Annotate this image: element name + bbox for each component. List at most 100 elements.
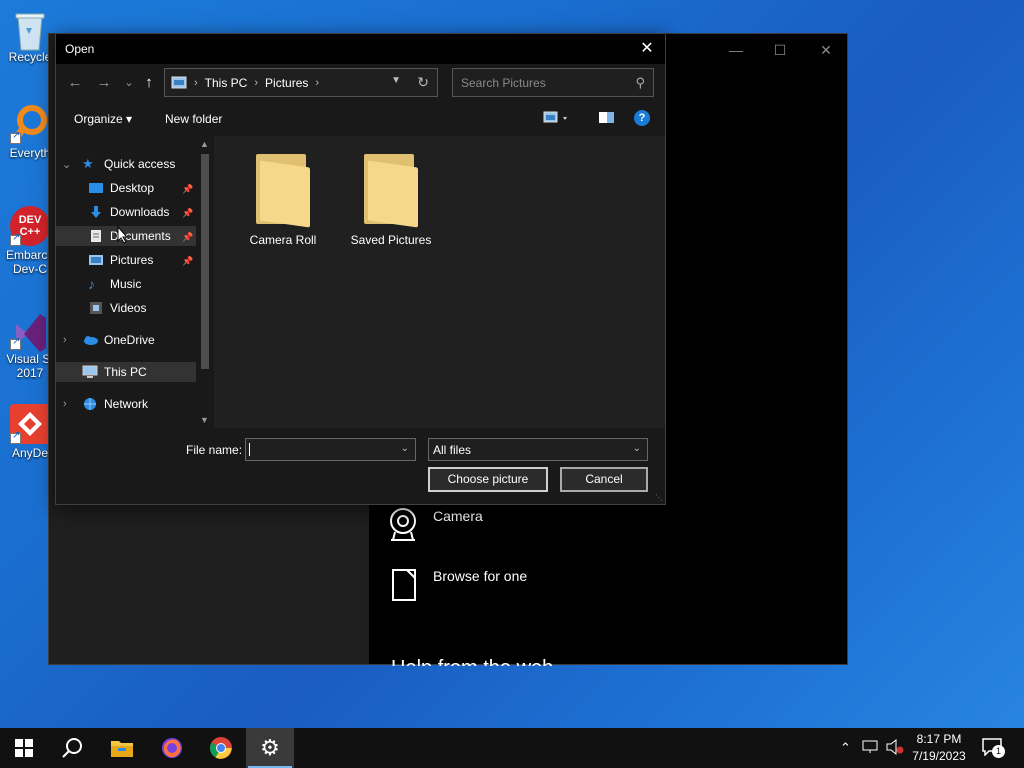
- search-icon: ⚲: [635, 75, 645, 90]
- tree-item-onedrive[interactable]: OneDrive: [82, 330, 155, 350]
- tree-label: This PC: [104, 365, 147, 379]
- dialog-title-bar[interactable]: Open ✕: [56, 34, 665, 64]
- network-status-icon[interactable]: [862, 739, 880, 758]
- clock-date: 7/19/2023: [912, 749, 966, 763]
- new-folder-button[interactable]: New folder: [165, 112, 222, 126]
- breadcrumb-separator: ›: [194, 76, 198, 89]
- refresh-icon[interactable]: ↻: [417, 74, 429, 91]
- close-button[interactable]: ✕: [811, 40, 841, 60]
- cancel-button[interactable]: Cancel: [560, 467, 648, 492]
- tree-label: Desktop: [110, 181, 155, 195]
- dialog-title: Open: [65, 42, 95, 56]
- scrollbar-thumb[interactable]: [201, 154, 209, 369]
- action-center-button[interactable]: 1: [982, 738, 1005, 758]
- search-button[interactable]: [48, 728, 96, 768]
- embarcadero-devcpp-icon: DEV C++: [10, 206, 50, 246]
- file-name-label: File name:: [186, 443, 243, 457]
- scroll-down-icon[interactable]: ▼: [200, 415, 209, 425]
- chevron-right-icon[interactable]: ›: [63, 398, 67, 410]
- chevron-right-icon[interactable]: ›: [63, 334, 67, 346]
- tree-label: Downloads: [110, 205, 170, 219]
- search-input[interactable]: Search Pictures ⚲: [452, 68, 654, 97]
- choose-picture-button[interactable]: Choose picture: [428, 467, 548, 492]
- chevron-down-icon[interactable]: ⌄: [401, 443, 409, 454]
- settings-button[interactable]: ⚙: [246, 728, 294, 768]
- folder-name: Camera Roll: [249, 233, 317, 247]
- tree-item-videos[interactable]: Videos: [88, 298, 146, 318]
- tree-label: OneDrive: [104, 333, 155, 347]
- chrome-button[interactable]: [197, 728, 245, 768]
- tree-label: Pictures: [110, 253, 154, 267]
- pin-icon[interactable]: 📌: [182, 184, 193, 195]
- music-note-icon: ♪: [88, 276, 95, 292]
- pin-icon[interactable]: 📌: [182, 256, 193, 267]
- camera-option[interactable]: Camera: [389, 508, 483, 541]
- network-globe-icon: [82, 397, 98, 411]
- up-arrow-icon[interactable]: ↑: [139, 73, 159, 93]
- file-name-input[interactable]: ⌄: [245, 438, 416, 461]
- taskbar: ⚙ ⌃ 8:17 PM 7/19/2023 1: [0, 728, 1024, 768]
- computer-icon: [82, 365, 98, 379]
- forward-arrow-icon[interactable]: →: [94, 73, 114, 93]
- notification-count-badge: 1: [992, 745, 1005, 758]
- file-explorer-button[interactable]: [98, 728, 146, 768]
- tree-item-this-pc[interactable]: This PC: [56, 362, 196, 382]
- breadcrumb-pictures[interactable]: Pictures: [265, 76, 308, 90]
- folder-camera-roll[interactable]: Camera Roll: [238, 154, 328, 247]
- minimize-button[interactable]: —: [721, 40, 751, 60]
- resize-grip-icon[interactable]: ⋱: [655, 493, 663, 502]
- show-hidden-icons-chevron-icon[interactable]: ⌃: [840, 740, 851, 756]
- folder-name: Saved Pictures: [350, 233, 432, 247]
- file-type-select[interactable]: All files ⌄: [428, 438, 648, 461]
- start-button[interactable]: [0, 728, 48, 768]
- command-bar: Organize ▾ New folder ?: [56, 102, 665, 136]
- clock-time: 8:17 PM: [916, 732, 962, 746]
- tree-label: Videos: [110, 301, 147, 315]
- anydesk-icon: [10, 404, 50, 444]
- tree-item-pictures[interactable]: Pictures: [88, 250, 153, 270]
- back-arrow-icon[interactable]: ←: [65, 73, 85, 93]
- breadcrumb-separator: ›: [315, 76, 320, 89]
- recent-locations-chevron-icon[interactable]: ⌄: [119, 73, 139, 93]
- document-icon: [389, 568, 419, 601]
- chevron-down-icon[interactable]: ▼: [391, 75, 401, 86]
- tree-item-downloads[interactable]: Downloads: [88, 202, 169, 222]
- scroll-up-icon[interactable]: ▲: [200, 139, 209, 149]
- shortcut-arrow-icon: [10, 232, 21, 246]
- maximize-button[interactable]: ☐: [765, 40, 795, 60]
- folder-saved-pictures[interactable]: Saved Pictures: [346, 154, 436, 247]
- organize-button[interactable]: Organize ▾: [74, 112, 132, 126]
- browse-option[interactable]: Browse for one: [389, 568, 528, 601]
- gear-icon: ⚙: [260, 735, 280, 760]
- cloud-icon: [82, 333, 98, 347]
- volume-muted-icon[interactable]: [886, 738, 904, 758]
- browse-option-label: Browse for one: [433, 568, 528, 584]
- chevron-down-icon[interactable]: ⌄: [62, 158, 71, 171]
- file-list: Camera Roll Saved Pictures: [216, 136, 665, 428]
- help-icon[interactable]: ?: [634, 110, 650, 126]
- close-icon[interactable]: ✕: [635, 37, 659, 61]
- pictures-library-icon: [171, 76, 187, 90]
- shortcut-arrow-icon: [10, 430, 21, 444]
- pin-icon[interactable]: 📌: [182, 208, 193, 219]
- breadcrumb-this-pc[interactable]: This PC: [205, 76, 248, 90]
- mouse-cursor-icon: [117, 225, 129, 247]
- tree-item-network[interactable]: Network: [82, 394, 148, 414]
- navigation-bar: ← → ⌄ ↑ › This PC › Pictures › ▼ ↻ Searc…: [56, 64, 665, 102]
- address-bar[interactable]: › This PC › Pictures › ▼ ↻: [164, 68, 438, 97]
- pin-icon[interactable]: 📌: [182, 232, 193, 243]
- tree-item-desktop[interactable]: Desktop: [88, 178, 154, 198]
- firefox-icon: [162, 738, 182, 758]
- pictures-icon: [88, 253, 104, 267]
- file-type-value: All files: [433, 443, 472, 457]
- preview-pane-icon[interactable]: [598, 110, 616, 126]
- camera-option-label: Camera: [433, 508, 483, 524]
- change-view-icon[interactable]: [543, 110, 567, 126]
- firefox-button[interactable]: [148, 728, 196, 768]
- open-file-dialog: Open ✕ ← → ⌄ ↑ › This PC › Pictures › ▼ …: [55, 33, 666, 505]
- visual-studio-icon: [10, 310, 50, 352]
- tree-item-quick-access[interactable]: ★ Quick access: [82, 154, 175, 174]
- system-clock[interactable]: 8:17 PM 7/19/2023: [905, 731, 973, 765]
- tree-item-music[interactable]: ♪ Music: [88, 274, 141, 294]
- folder-icon: [364, 154, 418, 228]
